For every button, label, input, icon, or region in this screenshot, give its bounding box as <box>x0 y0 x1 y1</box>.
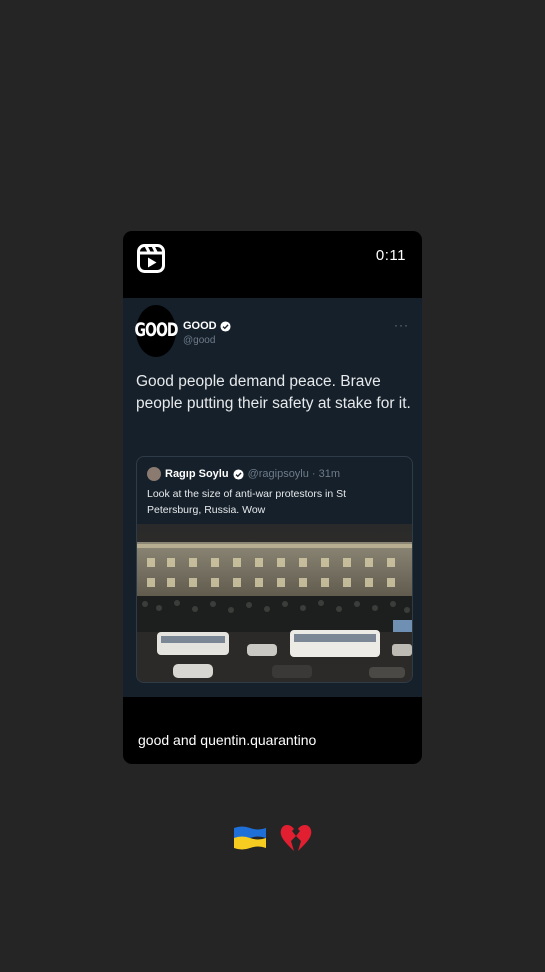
verified-icon <box>220 320 231 332</box>
quoted-avatar <box>147 467 161 481</box>
tweet-author[interactable]: GOOD <box>183 320 231 332</box>
tweet-text: Good people demand peace. Brave people p… <box>136 373 411 412</box>
tweet-author-name: GOOD <box>183 320 217 332</box>
ukraine-flag-emoji <box>234 826 266 850</box>
more-options-icon[interactable]: ··· <box>394 318 409 332</box>
reels-icon <box>137 244 165 273</box>
story-stickers <box>233 822 313 854</box>
quoted-author-name: Ragıp Soylu <box>165 468 229 480</box>
quoted-handle: @ragipsoylu · 31m <box>247 468 341 480</box>
avatar[interactable]: GOOD <box>135 305 178 357</box>
tweet-handle: @good <box>183 335 216 346</box>
reel-card[interactable]: 0:11 GOOD GOOD @good ··· Good people dem… <box>123 231 422 764</box>
video-timer: 0:11 <box>375 247 406 264</box>
quoted-tweet[interactable]: Ragıp Soylu @ragipsoylu · 31m Look at th… <box>136 456 413 683</box>
quoted-text: Look at the size of anti-war protestors … <box>147 488 347 516</box>
quoted-tweet-header: Ragıp Soylu @ragipsoylu · 31m <box>147 467 340 481</box>
verified-icon <box>233 468 244 480</box>
tweet-embed[interactable]: GOOD GOOD @good ··· Good people demand p… <box>123 298 422 697</box>
reel-caption: good and quentin.quarantino <box>138 732 317 748</box>
protest-photo[interactable] <box>137 524 412 682</box>
broken-heart-emoji <box>280 825 312 851</box>
